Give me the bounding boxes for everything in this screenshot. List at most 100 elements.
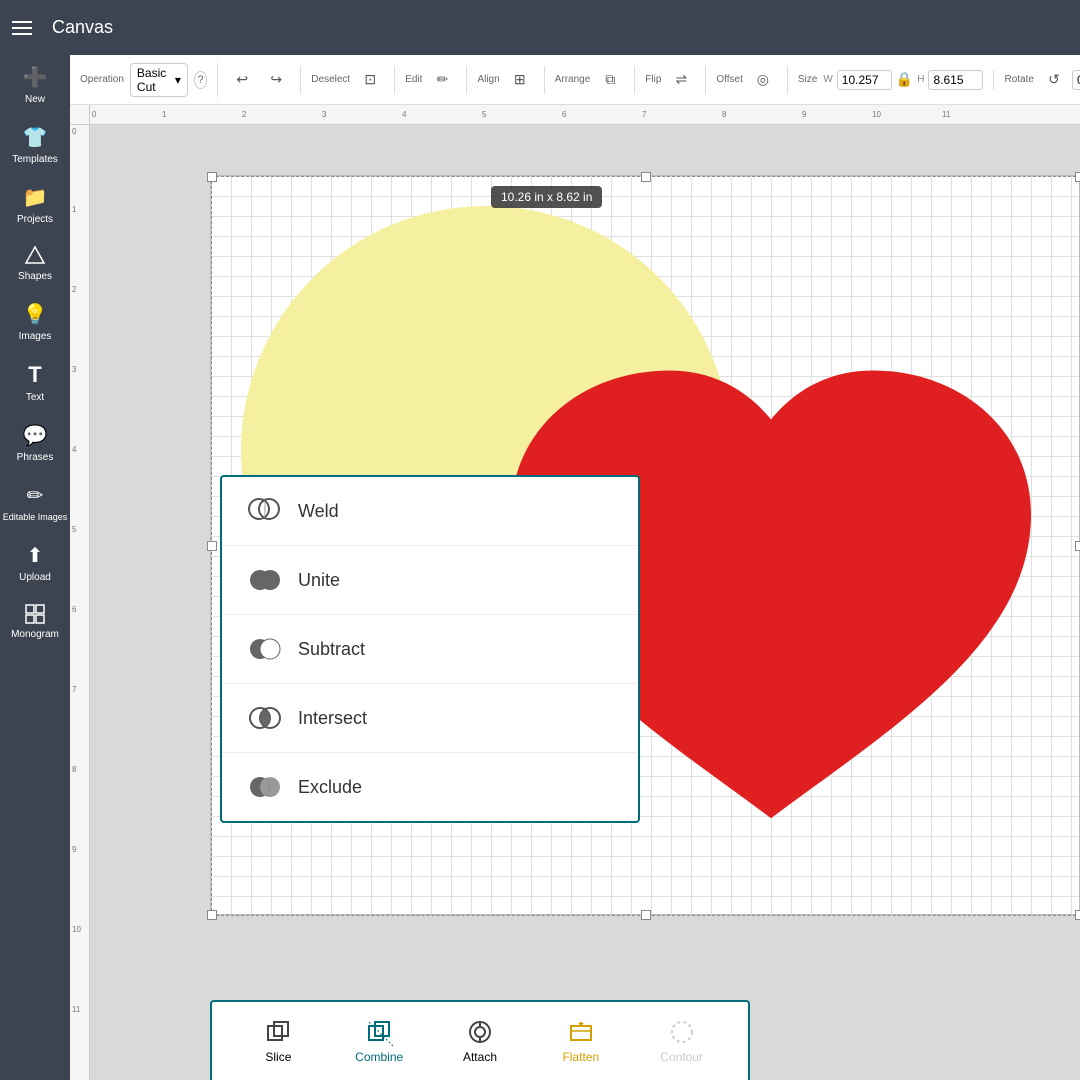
sidebar-item-images[interactable]: 💡 Images: [0, 292, 70, 352]
operation-chevron: ▾: [175, 73, 181, 87]
flatten-tool[interactable]: Flatten: [530, 1012, 631, 1070]
handle-ml[interactable]: [207, 541, 217, 551]
intersect-icon: [246, 700, 282, 736]
rotate-label: Rotate: [1004, 74, 1033, 85]
handle-bm[interactable]: [641, 910, 651, 920]
sidebar-item-shapes[interactable]: Shapes: [0, 235, 70, 292]
shapes-icon: [24, 245, 46, 267]
arrange-button[interactable]: ⧉: [596, 66, 624, 94]
unite-menu-item[interactable]: Unite: [222, 546, 638, 615]
sidebar-shapes-label: Shapes: [18, 271, 52, 282]
flip-label: Flip: [645, 74, 661, 85]
upload-icon: ⬆: [27, 543, 44, 568]
redo-button[interactable]: ↪: [262, 66, 290, 94]
text-icon: T: [28, 362, 41, 388]
exclude-label: Exclude: [298, 777, 362, 798]
contour-tool: Contour: [631, 1012, 732, 1070]
size-tooltip-text: 10.26 in x 8.62 in: [501, 190, 592, 204]
sidebar: ➕ New 👕 Templates 📁 Projects Shapes 💡 Im…: [0, 55, 70, 1080]
attach-icon: [466, 1018, 494, 1046]
handle-tl[interactable]: [207, 172, 217, 182]
unite-icon: [246, 562, 282, 598]
sidebar-item-text[interactable]: T Text: [0, 352, 70, 413]
sidebar-new-label: New: [25, 94, 45, 105]
projects-icon: 📁: [23, 185, 48, 210]
handle-tr[interactable]: [1075, 172, 1080, 182]
contour-icon: [668, 1018, 696, 1046]
handle-bl[interactable]: [207, 910, 217, 920]
subtract-icon: [246, 631, 282, 667]
new-icon: ➕: [23, 65, 48, 90]
slice-label: Slice: [265, 1050, 291, 1064]
attach-tool[interactable]: Attach: [430, 1012, 531, 1070]
sidebar-projects-label: Projects: [17, 214, 53, 225]
sidebar-templates-label: Templates: [12, 154, 58, 165]
toolbar: Operation Basic Cut ▾ ? ↩ ↪ Deselect ⊡ E…: [70, 55, 1080, 105]
slice-tool[interactable]: Slice: [228, 1012, 329, 1070]
hamburger-menu[interactable]: [12, 21, 32, 35]
bottom-toolbar: Slice Combine Attach: [210, 1000, 750, 1080]
path-operations-menu: Weld Unite Subtract: [220, 475, 640, 823]
handle-tm[interactable]: [641, 172, 651, 182]
unite-label: Unite: [298, 570, 340, 591]
ruler-left: 0 1 2 3 4 5 6 7 8 9 10 11: [70, 125, 90, 1080]
edit-label: Edit: [405, 74, 422, 85]
phrases-icon: 💬: [23, 423, 48, 448]
ruler-top: 0 1 2 3 4 5 6 7 8 9 10 11: [90, 105, 1080, 125]
flatten-icon: [567, 1018, 595, 1046]
weld-menu-item[interactable]: Weld: [222, 477, 638, 546]
sidebar-item-upload[interactable]: ⬆ Upload: [0, 533, 70, 593]
app-title: Canvas: [52, 17, 113, 38]
weld-label: Weld: [298, 501, 339, 522]
height-input[interactable]: [928, 70, 983, 90]
exclude-menu-item[interactable]: Exclude: [222, 753, 638, 821]
size-tooltip: 10.26 in x 8.62 in: [491, 186, 602, 208]
sidebar-editable-label: Editable Images: [3, 512, 68, 523]
sidebar-item-projects[interactable]: 📁 Projects: [0, 175, 70, 235]
edit-button[interactable]: ✏: [428, 66, 456, 94]
handle-mr[interactable]: [1075, 541, 1080, 551]
operation-label: Operation: [80, 74, 124, 85]
offset-button[interactable]: ◎: [749, 66, 777, 94]
align-label: Align: [477, 74, 499, 85]
operation-value: Basic Cut: [137, 66, 171, 94]
arrange-label: Arrange: [555, 74, 591, 85]
sidebar-upload-label: Upload: [19, 572, 51, 583]
canvas-area: 0 1 2 3 4 5 6 7 8 9 10 11 0 1 2 3 4 5 6 …: [70, 105, 1080, 1080]
sidebar-item-phrases[interactable]: 💬 Phrases: [0, 413, 70, 473]
intersect-menu-item[interactable]: Intersect: [222, 684, 638, 753]
ruler-corner: [70, 105, 90, 125]
combine-label: Combine: [355, 1050, 403, 1064]
work-area[interactable]: 10.26 in x 8.62 in Weld Unite: [90, 125, 1080, 1080]
monogram-icon: [24, 603, 46, 625]
deselect-button[interactable]: ⊡: [356, 66, 384, 94]
handle-br[interactable]: [1075, 910, 1080, 920]
sidebar-item-monogram[interactable]: Monogram: [0, 593, 70, 650]
sidebar-item-new[interactable]: ➕ New: [0, 55, 70, 115]
subtract-label: Subtract: [298, 639, 365, 660]
sidebar-item-editable-images[interactable]: ✏ Editable Images: [0, 473, 70, 533]
operation-select[interactable]: Basic Cut ▾: [130, 63, 188, 97]
sidebar-monogram-label: Monogram: [11, 629, 59, 640]
combine-icon: [365, 1018, 393, 1046]
sidebar-text-label: Text: [26, 392, 44, 403]
width-input[interactable]: [837, 70, 892, 90]
flip-button[interactable]: ⇌: [667, 66, 695, 94]
help-label: ?: [198, 74, 204, 86]
help-button[interactable]: ?: [194, 71, 207, 89]
height-label: H: [917, 74, 924, 85]
rotate-input[interactable]: [1072, 70, 1080, 90]
templates-icon: 👕: [23, 125, 48, 150]
sidebar-item-templates[interactable]: 👕 Templates: [0, 115, 70, 175]
sidebar-phrases-label: Phrases: [17, 452, 54, 463]
contour-label: Contour: [660, 1050, 703, 1064]
exclude-icon: [246, 769, 282, 805]
deselect-label: Deselect: [311, 74, 350, 85]
undo-button[interactable]: ↩: [228, 66, 256, 94]
topbar: Canvas: [0, 0, 1080, 55]
intersect-label: Intersect: [298, 708, 367, 729]
align-button[interactable]: ⊞: [506, 66, 534, 94]
combine-tool[interactable]: Combine: [329, 1012, 430, 1070]
subtract-menu-item[interactable]: Subtract: [222, 615, 638, 684]
offset-label: Offset: [716, 74, 743, 85]
